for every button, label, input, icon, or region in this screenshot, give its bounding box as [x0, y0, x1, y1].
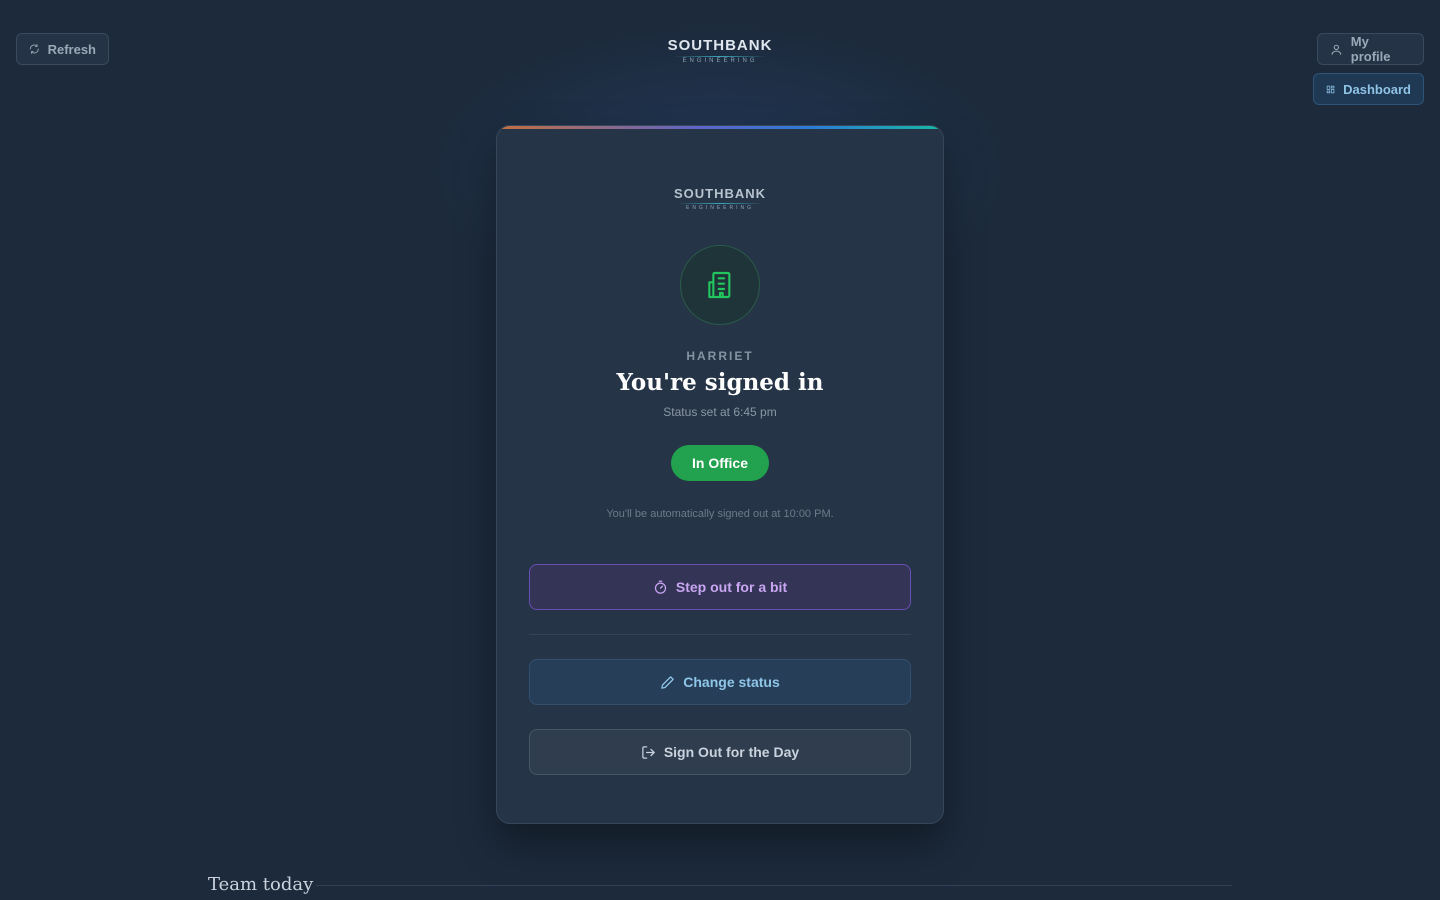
card-logo-wordmark: SOUTHBANK	[673, 186, 767, 201]
header-logo-subtitle: ENGINEERING	[682, 58, 758, 64]
sign-out-label: Sign Out for the Day	[663, 744, 800, 760]
dashboard-icon	[1326, 85, 1335, 93]
signed-in-heading: You're signed in	[616, 369, 824, 396]
logout-icon	[642, 745, 655, 759]
sign-out-button[interactable]: Sign Out for the Day	[529, 729, 911, 775]
refresh-icon	[29, 44, 39, 54]
team-today-heading: Team today	[208, 874, 314, 895]
header-logo-wordmark: SOUTHBANK	[667, 37, 773, 54]
card-accent-bar	[497, 126, 943, 129]
dashboard-label: Dashboard	[1343, 81, 1411, 97]
team-heading-rule	[316, 885, 1232, 886]
dashboard-button[interactable]: Dashboard	[1313, 73, 1424, 105]
status-icon-circle	[680, 245, 760, 325]
header-logo: SOUTHBANK ENGINEERING	[660, 37, 780, 64]
building-icon	[708, 271, 731, 299]
refresh-button[interactable]: Refresh	[16, 33, 109, 65]
status-timestamp: Status set at 6:45 pm	[663, 405, 777, 419]
change-status-button[interactable]: Change status	[529, 659, 911, 705]
actions-divider	[529, 634, 911, 635]
step-out-button[interactable]: Step out for a bit	[529, 564, 911, 610]
card-logo-underline	[676, 203, 764, 204]
step-out-label: Step out for a bit	[675, 579, 788, 595]
card-logo-subtitle: ENGINEERING	[685, 205, 754, 211]
my-profile-button[interactable]: My profile	[1317, 33, 1424, 65]
change-status-label: Change status	[683, 674, 780, 690]
card-logo: SOUTHBANK ENGINEERING	[664, 186, 776, 211]
refresh-label: Refresh	[47, 41, 96, 57]
stopwatch-icon	[654, 580, 667, 594]
status-card: HARRIET You're signed in Status set at 6…	[496, 125, 944, 824]
user-icon	[1331, 44, 1342, 55]
user-name: HARRIET	[686, 349, 754, 363]
pencil-icon	[661, 675, 675, 689]
my-profile-label: My profile	[1350, 34, 1391, 64]
auto-signout-note: You'll be automatically signed out at 10…	[606, 508, 834, 520]
header-logo-underline	[674, 56, 766, 57]
status-badge: In Office	[671, 445, 769, 481]
